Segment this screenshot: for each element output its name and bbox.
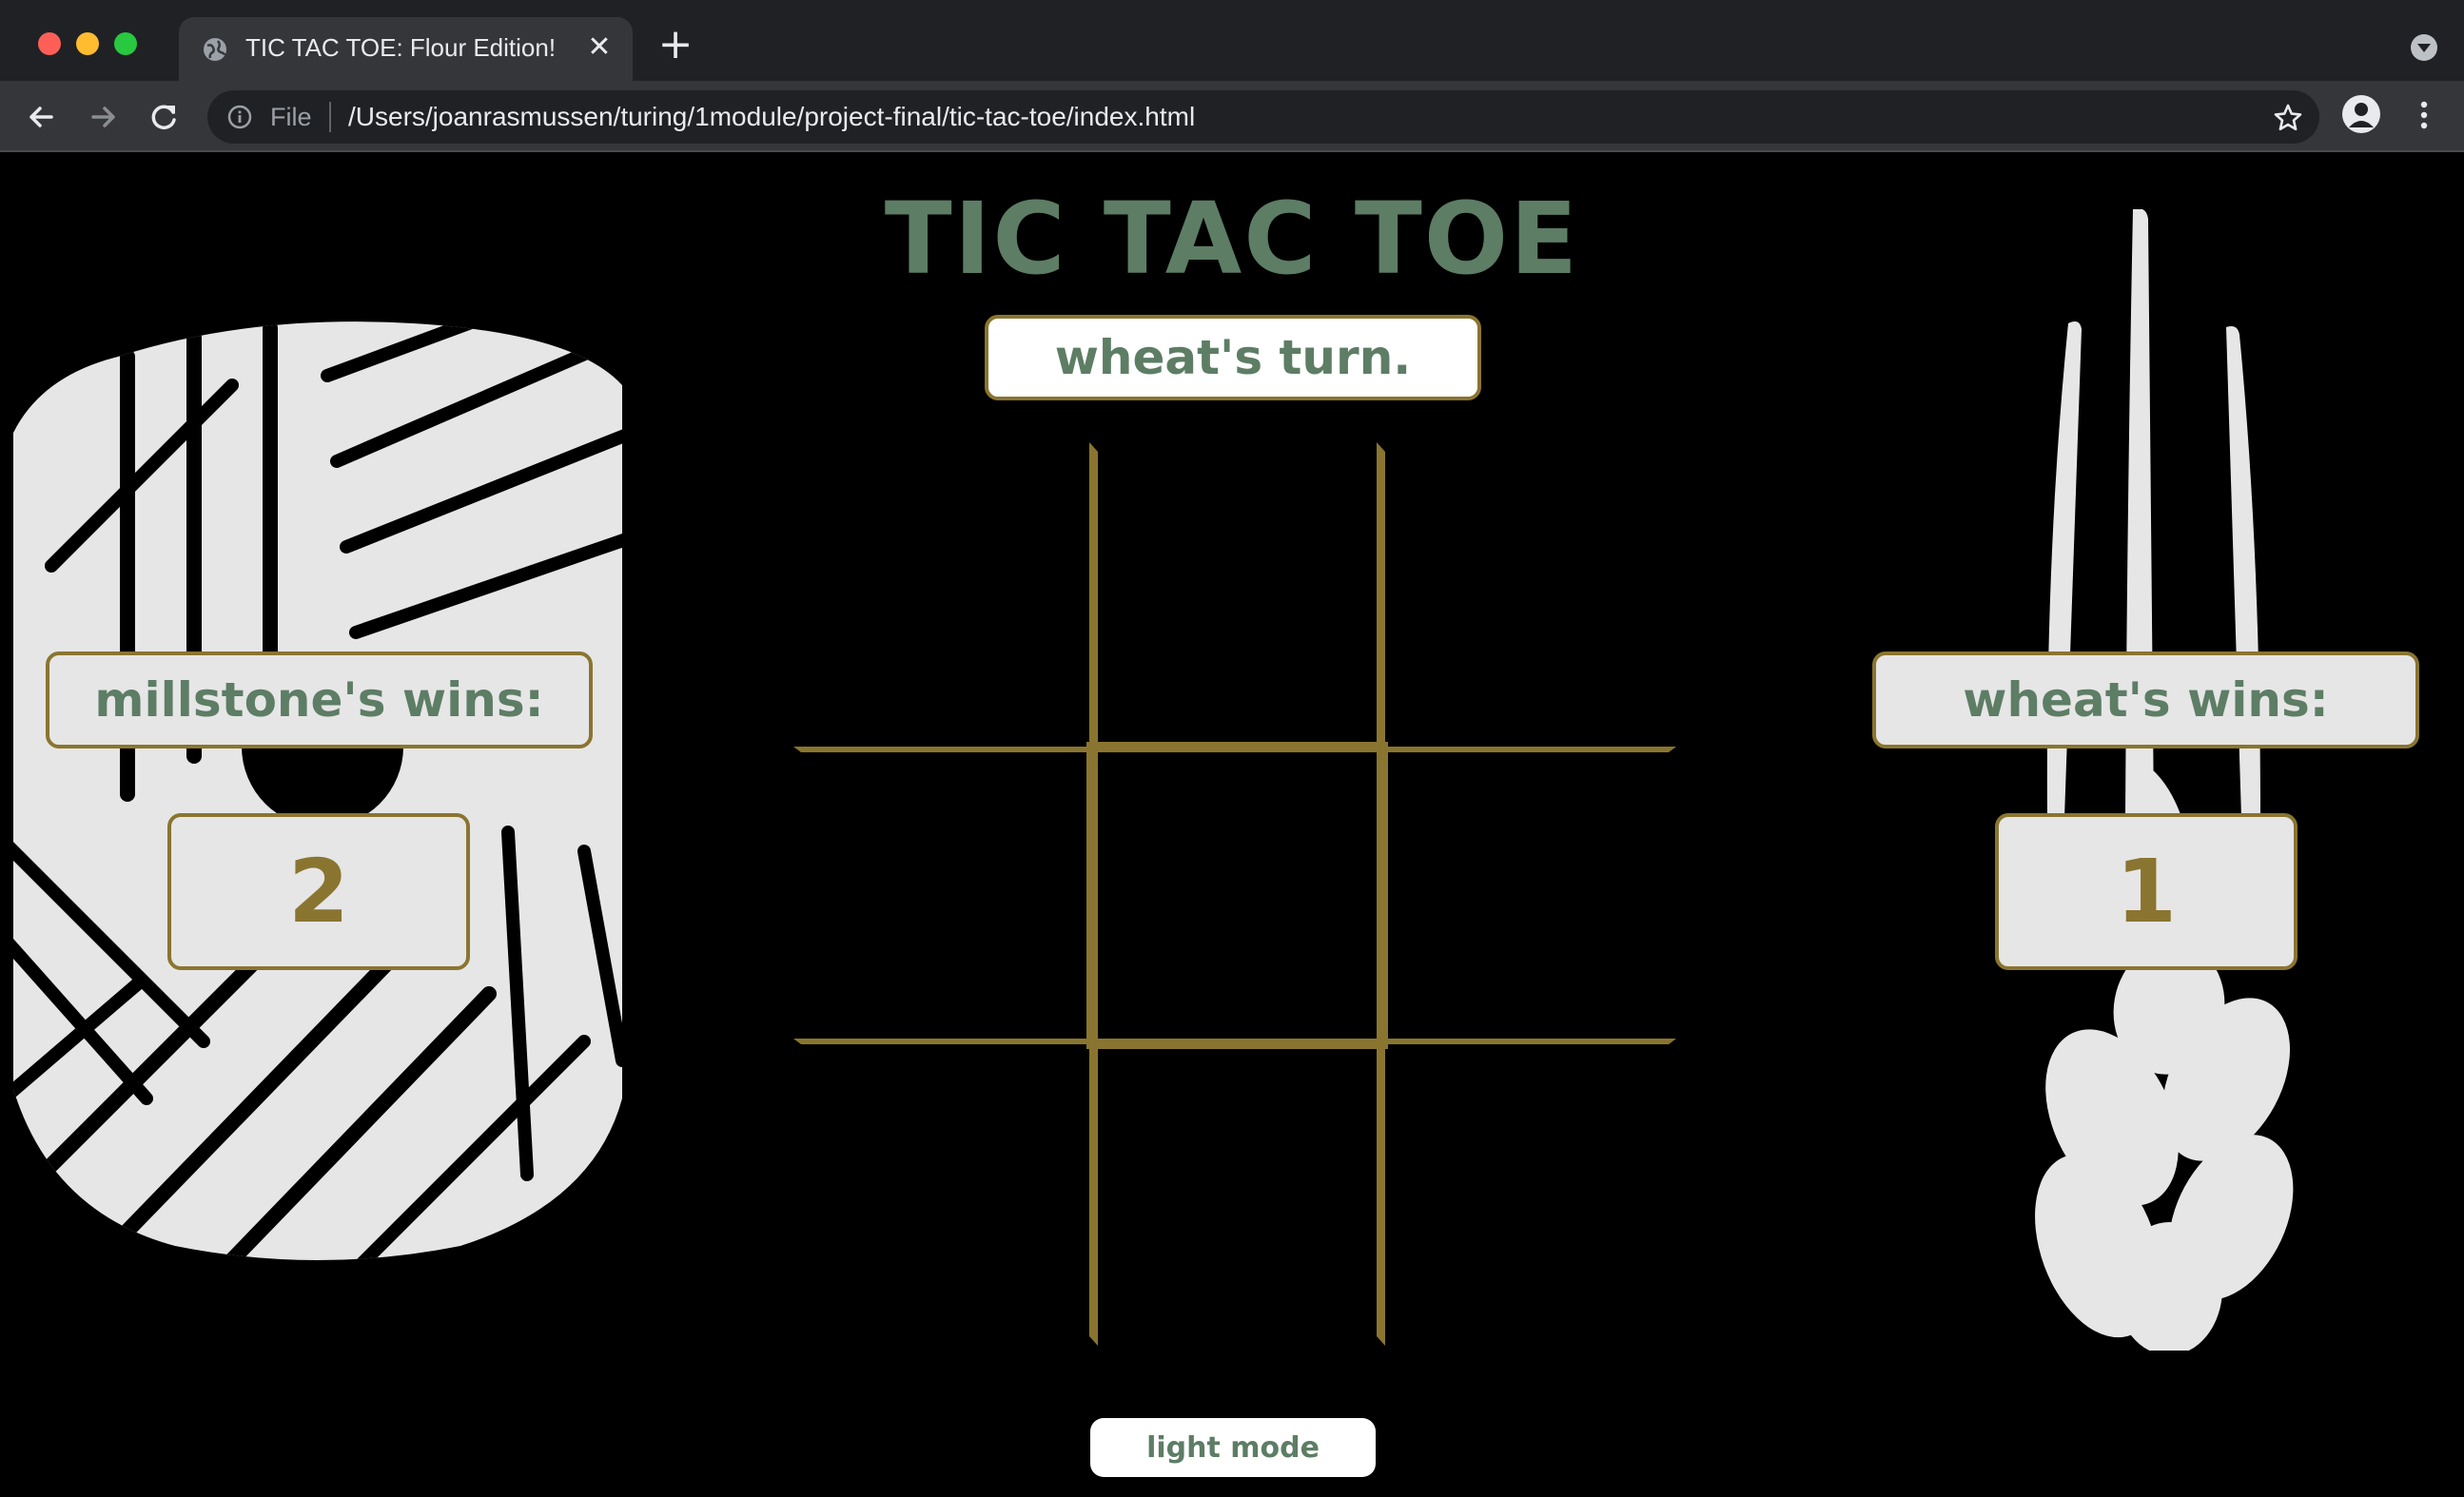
url-text[interactable]: /Users/joanrasmussen/turing/1module/proj… [348,102,1195,132]
info-icon[interactable] [226,104,253,130]
menu-dots-icon[interactable] [2413,99,2435,131]
board-cell[interactable] [792,748,1077,1034]
board-cell[interactable] [1383,442,1669,728]
game-page: TIC TAC TOE wheat's turn. millstone's wi… [0,152,2464,1497]
address-separator [329,102,331,132]
board-cell[interactable] [1094,748,1379,1034]
board-cell[interactable] [1383,1043,1669,1329]
board-cell[interactable] [1383,748,1669,1034]
game-board [792,442,1676,1346]
star-icon[interactable] [2272,102,2304,134]
turn-message: wheat's turn. [1054,330,1412,385]
millstone-wins-label-box: millstone's wins: [46,651,593,748]
close-icon[interactable]: ✕ [584,32,615,63]
wheat-wins-count-box: 1 [1995,813,2298,970]
millstone-icon [13,321,622,1260]
board-cell[interactable] [1094,442,1379,728]
board-cell[interactable] [1094,1043,1379,1329]
wheat-icon [2035,209,2294,1351]
wheat-wins-label: wheat's wins: [1963,672,2329,728]
millstone-wins-count: 2 [287,841,349,943]
millstone-wins-label: millstone's wins: [94,672,544,728]
light-mode-label: light mode [1146,1430,1320,1465]
wheat-wins-label-box: wheat's wins: [1872,651,2419,748]
board-cell[interactable] [792,1043,1077,1329]
tab-title: TIC TAC TOE: Flour Edition! [245,33,557,62]
close-window-button[interactable] [38,32,61,55]
browser-tab[interactable]: TIC TAC TOE: Flour Edition! ✕ [179,17,633,81]
turn-indicator: wheat's turn. [985,315,1481,400]
plus-icon[interactable]: + [656,24,694,66]
globe-icon [204,38,226,61]
scheme-label: File [270,103,312,131]
wheat-wins-count: 1 [2115,841,2177,943]
back-arrow-icon[interactable] [21,96,63,138]
forward-arrow-icon[interactable] [82,96,124,138]
minimize-window-button[interactable] [76,32,99,55]
profile-icon[interactable] [2342,95,2380,133]
board-cell[interactable] [792,442,1077,728]
reload-icon[interactable] [143,96,185,138]
address-bar[interactable]: File /Users/joanrasmussen/turing/1module… [207,90,2319,144]
millstone-wins-count-box: 2 [167,813,470,970]
tab-search-button[interactable] [2411,34,2437,61]
browser-toolbar: File /Users/joanrasmussen/turing/1module… [0,81,2464,152]
tab-strip: TIC TAC TOE: Flour Edition! ✕ + [0,0,2464,81]
browser-chrome: TIC TAC TOE: Flour Edition! ✕ + File /Us… [0,0,2464,152]
maximize-window-button[interactable] [114,32,137,55]
light-mode-button[interactable]: light mode [1090,1418,1376,1477]
